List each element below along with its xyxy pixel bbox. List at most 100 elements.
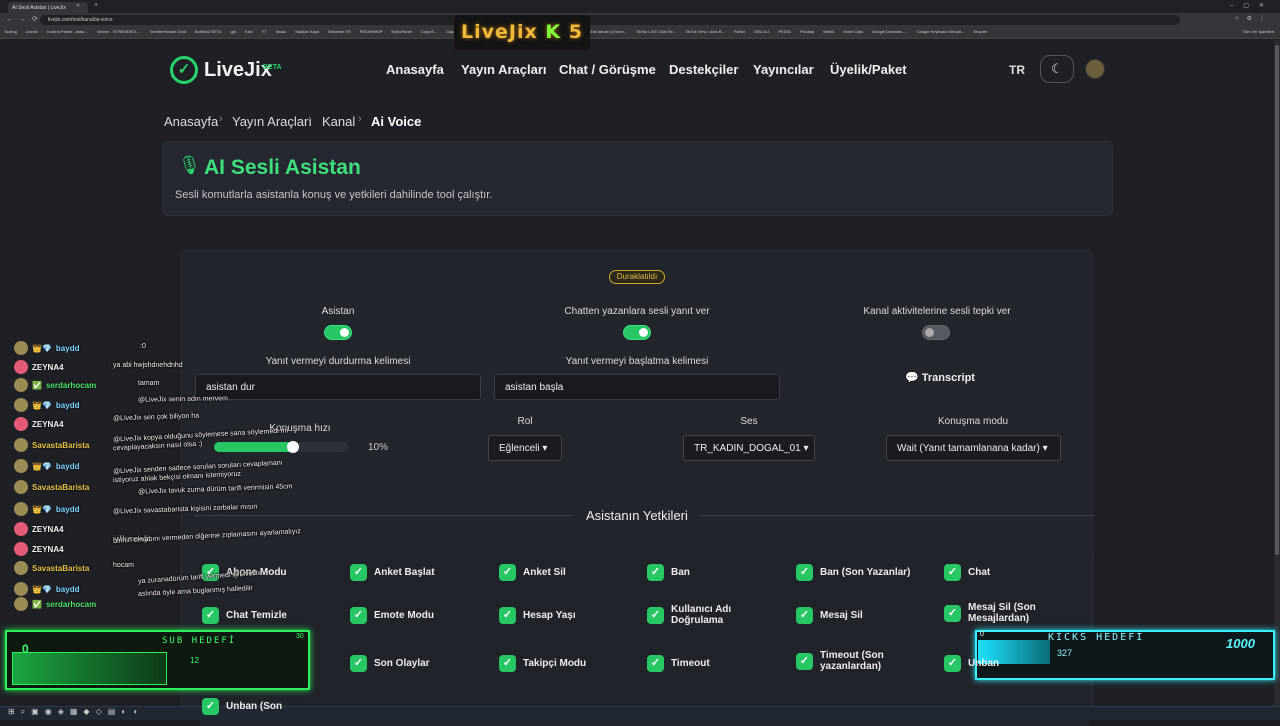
checkbox-check-icon[interactable]: ✓ (647, 564, 664, 581)
nav-supporters[interactable]: Destekçiler (669, 62, 738, 77)
breadcrumb-channel[interactable]: Kanal (322, 114, 355, 129)
bookmark-item[interactable]: Kick (245, 29, 253, 36)
bookmark-item[interactable]: Stadiah Kaya (295, 29, 319, 36)
permission-item[interactable]: ✓ Chat (944, 564, 1074, 581)
checkbox-check-icon[interactable]: ✓ (202, 607, 219, 624)
breadcrumb-stream-tools[interactable]: Yayın Araçları (232, 114, 312, 129)
bookmark-item[interactable]: SemiterHocam Chat (150, 29, 186, 36)
nav-membership[interactable]: Üyelik/Paket (830, 62, 907, 77)
logo-check-icon[interactable]: ✓ (170, 56, 198, 84)
permission-item[interactable]: ✓ Takipçi Modu (499, 655, 629, 672)
permission-item[interactable]: ✓ Mesaj Sil (796, 607, 926, 624)
breadcrumb-home[interactable]: Anasayfa (164, 114, 218, 129)
checkbox-check-icon[interactable]: ✓ (647, 606, 664, 624)
nav-home[interactable]: Anasayfa (386, 62, 444, 77)
bookmark-item[interactable]: Google Keyboard Simula... (917, 29, 965, 36)
speech-mode-select[interactable]: Wait (Yanıt tamamlanana kadar) ▾ (886, 435, 1061, 461)
bookmark-item[interactable]: BotKit#Z BETA (195, 29, 222, 36)
nav-chat[interactable]: Chat / Görüşme (559, 62, 656, 77)
permission-item[interactable]: ✓ Anket Başlat (350, 564, 480, 581)
bookmark-item[interactable]: gpt (230, 29, 236, 36)
permission-item[interactable]: ✓ Son Olaylar (350, 655, 480, 672)
bookmark-item[interactable]: Pixabay (800, 29, 814, 36)
bookmark-item[interactable]: LiveJix (26, 29, 38, 36)
checkbox-check-icon[interactable]: ✓ (796, 607, 813, 624)
permission-item[interactable]: ✓ Unban (Son (202, 698, 332, 715)
chat-avatar (14, 522, 28, 536)
bookmark-item[interactable]: Votone - STREMDECL... (97, 29, 141, 36)
bookmark-item[interactable]: Webik (823, 29, 834, 36)
bookmark-item[interactable]: YT (262, 29, 267, 36)
url-field[interactable]: livejix.com/tool/kanal/ai-voice (40, 15, 1180, 25)
bookmark-item[interactable]: TikTok View, Likes B... (685, 29, 725, 36)
browser-action-icons[interactable]: ☆⚙⋮ (1234, 15, 1272, 22)
nav-stream-tools[interactable]: Yayın Araçları (461, 62, 547, 77)
bookmark-item[interactable]: Shopier (973, 29, 987, 36)
checkbox-check-icon[interactable]: ✓ (647, 655, 664, 672)
role-value: Eğlenceli (499, 443, 540, 454)
bookmark-item[interactable]: Streamer TR (328, 29, 351, 36)
bookmark-item[interactable]: Copy B... (421, 29, 437, 36)
chat-message: :0 (140, 343, 146, 350)
permission-item[interactable]: ✓ Anket Sil (499, 564, 629, 581)
role-select[interactable]: Eğlenceli ▾ (488, 435, 562, 461)
bookmark-item[interactable]: TikTok Album (Chrom... (585, 29, 626, 36)
nav-streamers[interactable]: Yayıncılar (753, 62, 814, 77)
speech-mode-value: Wait (Yanıt tamamlanana kadar) (897, 443, 1040, 454)
permission-item[interactable]: ✓ Chat Temizle (202, 607, 332, 624)
scrollbar-thumb[interactable] (1275, 45, 1279, 555)
transcript-label: Transcript (921, 372, 975, 384)
assistant-toggle[interactable] (324, 325, 352, 340)
permission-item[interactable]: ✓ Kullanıcı Adı Doğrulama (647, 604, 777, 626)
checkbox-check-icon[interactable]: ✓ (796, 652, 813, 670)
bookmark-item[interactable]: PEDIG (778, 29, 790, 36)
checkbox-check-icon[interactable]: ✓ (202, 698, 219, 715)
brand-name[interactable]: LiveJix (204, 59, 272, 82)
permission-item[interactable]: ✓ Timeout (Son yazanlardan) (796, 650, 926, 672)
bookmark-item[interactable]: EyleoPanel (391, 29, 411, 36)
language-switch[interactable]: TR (1009, 63, 1025, 77)
bookmark-item[interactable]: Tooltog (4, 29, 17, 36)
bookmark-item[interactable]: Kontrol Paneli - arası... (47, 29, 88, 36)
all-bookmarks[interactable]: Tüm Yer İşaretleri (1243, 29, 1274, 34)
checkbox-check-icon[interactable]: ✓ (944, 604, 961, 622)
checkbox-check-icon[interactable]: ✓ (350, 655, 367, 672)
checkbox-check-icon[interactable]: ✓ (944, 564, 961, 581)
activity-reply-toggle[interactable] (922, 325, 950, 340)
permission-item[interactable]: ✓ Hesap Yaşı (499, 607, 629, 624)
permission-item[interactable]: ✓ Unban (944, 655, 1074, 672)
speech-speed-handle[interactable] (287, 441, 299, 453)
checkbox-check-icon[interactable]: ✓ (350, 607, 367, 624)
permission-item[interactable]: ✓ Ban (Son Yazanlar) (796, 564, 926, 581)
checkbox-check-icon[interactable]: ✓ (499, 564, 516, 581)
start-word-input[interactable]: asistan başla (494, 374, 780, 400)
bookmark-item[interactable]: Voice Clips (843, 29, 863, 36)
permission-item[interactable]: ✓ Timeout (647, 655, 777, 672)
checkbox-check-icon[interactable]: ✓ (944, 655, 961, 672)
tab-close-icon[interactable]: ✕ (76, 3, 80, 9)
bookmark-item[interactable]: TikTok LIVE Chat Re... (636, 29, 676, 36)
chat-reply-toggle[interactable] (623, 325, 651, 340)
bookmark-item[interactable]: Music (276, 29, 286, 36)
theme-toggle-moon-icon[interactable]: ☾ (1040, 55, 1074, 83)
permission-item[interactable]: ✓ Mesaj Sil (Son Mesajlardan) (944, 602, 1074, 624)
browser-nav-icons[interactable]: ←→⟳ (6, 15, 44, 23)
window-controls[interactable]: –▢✕ (1230, 2, 1274, 9)
checkbox-check-icon[interactable]: ✓ (350, 564, 367, 581)
bookmark-item[interactable]: Google Domains -... (872, 29, 908, 36)
bookmark-item[interactable]: PEIDRINKIP (360, 29, 383, 36)
checkbox-check-icon[interactable]: ✓ (796, 564, 813, 581)
permission-label: Emote Modu (374, 610, 434, 621)
new-tab-icon[interactable]: + (94, 2, 98, 9)
permission-item[interactable]: ✓ Ban (647, 564, 777, 581)
user-avatar[interactable] (1085, 59, 1105, 79)
bookmark-item[interactable]: DNU.0.2 (754, 29, 769, 36)
voice-select[interactable]: TR_KADIN_DOGAL_01 ▾ (683, 435, 815, 461)
taskbar-icons[interactable]: ⊞⌕▣◉◈▦◆◇▤◐◑ (8, 707, 143, 717)
checkbox-check-icon[interactable]: ✓ (499, 655, 516, 672)
checkbox-check-icon[interactable]: ✓ (499, 607, 516, 624)
stop-word-input[interactable]: asistan dur (195, 374, 481, 400)
permission-item[interactable]: ✓ Emote Modu (350, 607, 480, 624)
bookmark-item[interactable]: Flutter (734, 29, 745, 36)
transcript-button[interactable]: 💬 Transcript (905, 371, 975, 384)
